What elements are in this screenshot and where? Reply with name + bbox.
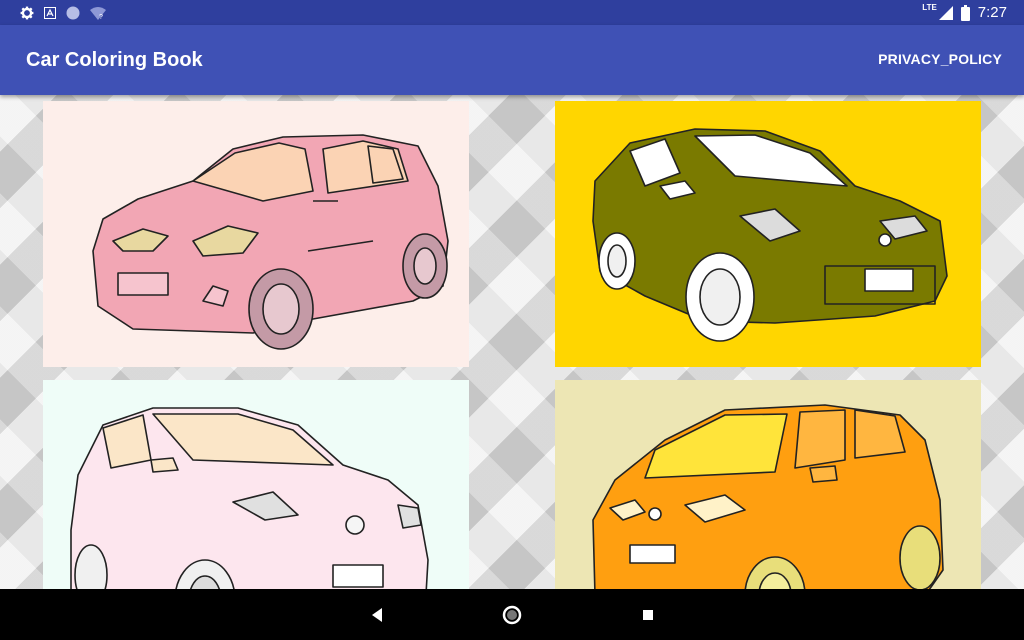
lte-signal-icon bbox=[938, 5, 953, 20]
system-nav-bar bbox=[0, 589, 1024, 640]
circle-icon bbox=[66, 6, 80, 19]
privacy-policy-button[interactable]: PRIVACY_POLICY bbox=[878, 51, 1002, 67]
home-icon[interactable] bbox=[499, 602, 525, 628]
car-image-orange-minivan bbox=[555, 380, 981, 589]
wifi-question-icon: ? bbox=[90, 6, 106, 20]
car-tile-pink-hatchback[interactable] bbox=[43, 101, 469, 367]
a-badge-icon bbox=[44, 6, 56, 19]
back-icon[interactable] bbox=[364, 602, 390, 628]
car-image-olive-hatchback bbox=[555, 101, 981, 367]
svg-text:?: ? bbox=[99, 14, 103, 20]
car-image-light-pink-hatchback bbox=[43, 380, 469, 589]
coloring-grid bbox=[0, 95, 1024, 589]
network-label: LTE bbox=[922, 3, 937, 12]
recents-icon[interactable] bbox=[635, 602, 661, 628]
clock: 7:27 bbox=[977, 4, 1007, 21]
app-title: Car Coloring Book bbox=[26, 49, 203, 71]
car-image-pink-hatchback bbox=[43, 101, 469, 367]
car-tile-light-pink-hatchback[interactable] bbox=[43, 380, 469, 589]
status-bar: ? LTE 7:27 bbox=[0, 0, 1024, 25]
app-bar: Car Coloring Book PRIVACY_POLICY bbox=[0, 25, 1024, 95]
car-tile-orange-minivan[interactable] bbox=[555, 380, 981, 589]
car-tile-olive-hatchback[interactable] bbox=[555, 101, 981, 367]
settings-icon bbox=[20, 6, 34, 19]
battery-icon bbox=[960, 4, 970, 21]
